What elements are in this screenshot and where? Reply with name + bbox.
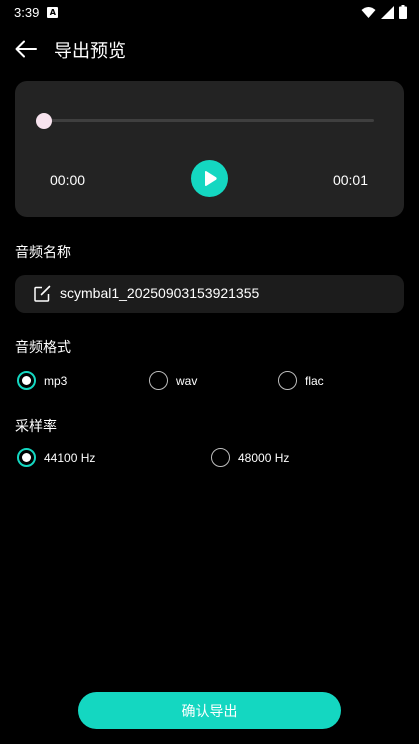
seek-thumb[interactable] (36, 113, 52, 129)
wifi-icon (361, 6, 376, 18)
signal-icon (381, 5, 394, 19)
status-time: 3:39 (14, 4, 40, 20)
radio-unselected-icon (149, 371, 168, 390)
current-time: 00:00 (50, 172, 86, 188)
status-bar: 3:39 A (0, 0, 419, 24)
total-time: 00:01 (332, 172, 368, 188)
audio-player-card: 00:00 00:01 (15, 81, 404, 217)
battery-icon (399, 5, 407, 19)
radio-selected-icon (17, 448, 36, 467)
sample-rate-option-label: 48000 Hz (238, 450, 290, 465)
format-option-label: mp3 (44, 373, 68, 388)
notification-icon: A (47, 6, 59, 18)
format-option-label: flac (305, 373, 324, 388)
play-icon (204, 171, 217, 186)
sample-rate-label: 采样率 (15, 419, 57, 435)
page-title: 导出预览 (54, 41, 126, 62)
sample-rate-option-44100[interactable]: 44100 Hz (17, 448, 95, 467)
audio-name-input[interactable]: scymbal1_20250903153921355 (15, 275, 404, 313)
format-option-mp3[interactable]: mp3 (17, 371, 67, 390)
radio-selected-icon (17, 371, 36, 390)
confirm-export-button[interactable]: 确认导出 (78, 692, 341, 729)
sample-rate-option-48000[interactable]: 48000 Hz (211, 448, 289, 467)
status-icons (361, 5, 407, 19)
radio-unselected-icon (211, 448, 230, 467)
audio-format-label: 音频格式 (15, 340, 71, 356)
app-header: 导出预览 (0, 28, 419, 70)
format-option-wav[interactable]: wav (149, 371, 197, 390)
arrow-left-icon (15, 40, 37, 58)
audio-name-value: scymbal1_20250903153921355 (60, 285, 260, 301)
play-button[interactable] (191, 160, 228, 197)
seek-bar[interactable] (44, 119, 374, 122)
format-option-flac[interactable]: flac (278, 371, 324, 390)
edit-icon (34, 285, 51, 302)
radio-unselected-icon (278, 371, 297, 390)
format-option-label: wav (176, 373, 198, 388)
back-button[interactable] (14, 38, 38, 60)
audio-name-label: 音频名称 (15, 245, 71, 261)
export-preview-screen: 3:39 A 导出预览 00:00 00:01 音频名称 scymbal1_20… (0, 0, 419, 744)
sample-rate-option-label: 44100 Hz (44, 450, 96, 465)
